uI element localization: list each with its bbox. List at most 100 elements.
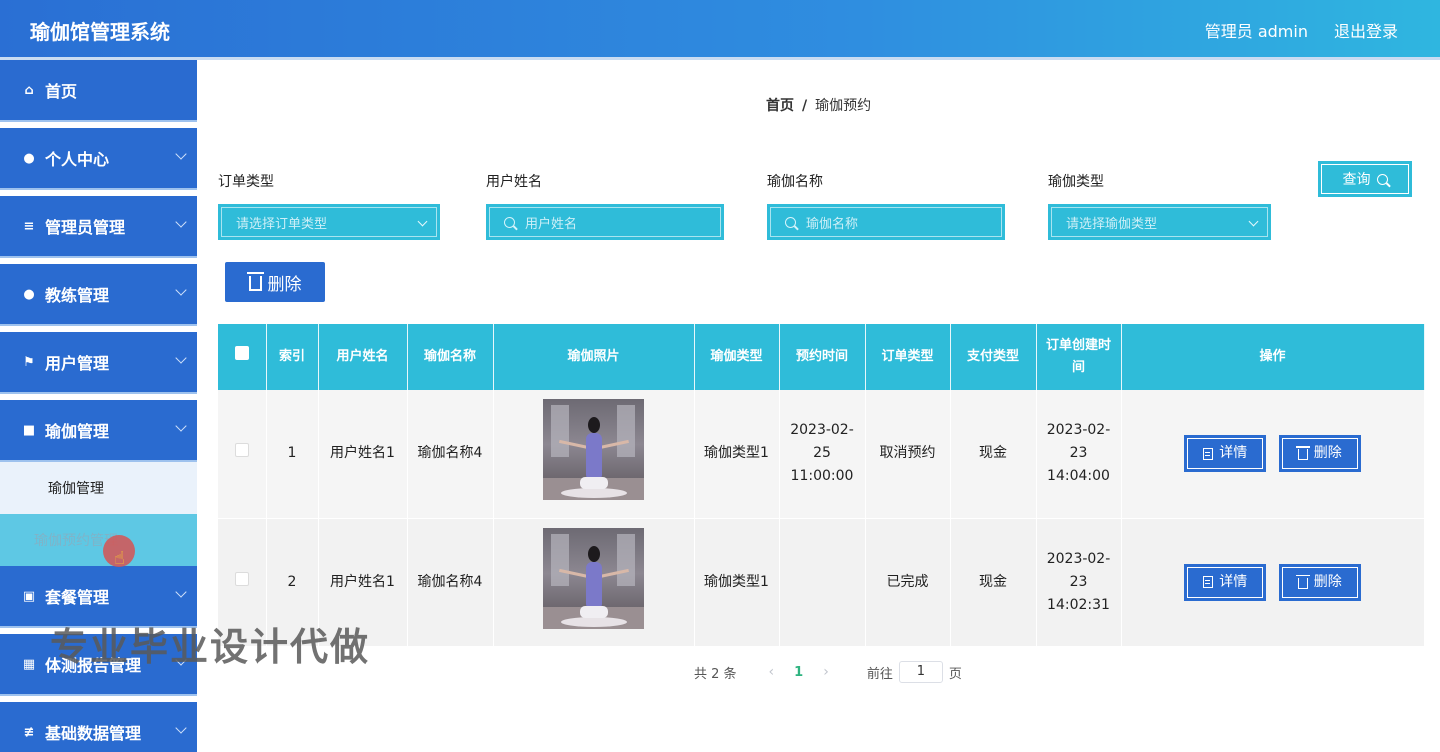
sidebar-item-base-data[interactable]: ≢ 基础数据管理: [0, 702, 197, 752]
detail-label: 详情: [1219, 573, 1248, 590]
batch-delete-button[interactable]: 删除: [225, 262, 325, 302]
filter-user-name: 用户姓名 用户姓名: [486, 171, 724, 240]
breadcrumb-home[interactable]: 首页: [766, 98, 794, 114]
sidebar-item-yoga-management[interactable]: ■ 瑜伽管理: [0, 400, 197, 462]
row-checkbox[interactable]: [234, 571, 249, 586]
yoga-submenu: 瑜伽管理 瑜伽预约管理: [0, 462, 197, 566]
cell-yoga-photo: [493, 390, 695, 519]
flag-icon: ⚑: [23, 354, 35, 370]
sidebar-item-user-management[interactable]: ⚑ 用户管理: [0, 332, 197, 394]
delete-label: 删除: [1313, 573, 1342, 590]
detail-button[interactable]: 详情: [1184, 563, 1267, 601]
yoga-name-input[interactable]: 瑜伽名称: [767, 204, 1005, 240]
filter-label: 用户姓名: [486, 174, 542, 190]
yoga-name-placeholder: 瑜伽名称: [806, 216, 859, 232]
order-type-select[interactable]: 请选择订单类型: [218, 204, 440, 240]
chevron-down-icon: [175, 352, 187, 364]
sidebar-item-personal-center[interactable]: ● 个人中心: [0, 128, 197, 190]
cell-yoga-photo: [493, 518, 695, 647]
admin-label[interactable]: 管理员 admin: [1205, 18, 1308, 42]
prev-page-icon[interactable]: ‹: [769, 664, 775, 680]
row-select-cell[interactable]: [218, 390, 267, 519]
chevron-down-icon: [175, 284, 187, 296]
submenu-item-yoga-booking[interactable]: 瑜伽预约管理: [0, 514, 197, 566]
home-icon: ⌂: [24, 82, 34, 98]
pagination: 共 2 条 ‹ 1 › 前往 1 页: [694, 661, 962, 683]
column-header: 支付类型: [950, 324, 1037, 390]
photo-window: [617, 533, 635, 586]
chevron-down-icon: [175, 420, 187, 432]
yoga-type-select[interactable]: 请选择瑜伽类型: [1048, 204, 1271, 240]
cell-booking-time: [779, 518, 866, 647]
app-title: 瑜伽馆管理系统: [30, 20, 170, 44]
chevron-down-icon: [1248, 216, 1259, 227]
chevron-down-icon: [175, 722, 187, 734]
chevron-down-icon: [175, 216, 187, 228]
column-header: 订单创建时间: [1036, 324, 1122, 390]
cell-yoga-name: 瑜伽名称4: [407, 518, 494, 647]
select-all-checkbox[interactable]: [234, 346, 249, 360]
filter-label: 瑜伽名称: [767, 174, 823, 190]
sliders-icon: ≢: [23, 724, 35, 740]
goto-label: 前往: [866, 666, 893, 682]
trash-icon: [1295, 446, 1310, 461]
header-right: 管理员 admin 退出登录: [1205, 18, 1398, 42]
column-header: 预约时间: [779, 324, 866, 390]
grid-icon: ▦: [22, 656, 36, 672]
cell-payment-type: 现金: [950, 518, 1037, 647]
batch-delete-label: 删除: [267, 274, 302, 295]
search-icon: [1376, 173, 1388, 185]
sidebar-item-admin-management[interactable]: ≡ 管理员管理: [0, 196, 197, 258]
row-delete-button[interactable]: 删除: [1278, 563, 1361, 601]
cell-booking-time: 2023-02-25 11:00:00: [779, 390, 866, 519]
sidebar-item-label: 用户管理: [45, 354, 110, 373]
detail-label: 详情: [1219, 445, 1248, 462]
user-name-placeholder: 用户姓名: [525, 216, 578, 232]
photo-rug: [561, 616, 627, 627]
header-select-all[interactable]: [218, 324, 267, 390]
location-icon: ●: [23, 286, 35, 302]
filter-yoga-type: 瑜伽类型 请选择瑜伽类型: [1048, 171, 1271, 240]
sidebar-item-home[interactable]: ⌂ 首页: [0, 60, 197, 122]
page-number[interactable]: 1: [794, 665, 803, 680]
row-checkbox[interactable]: [234, 443, 249, 458]
submenu-item-yoga-management[interactable]: 瑜伽管理: [0, 462, 197, 514]
clipboard-icon: ▣: [22, 588, 36, 604]
sidebar-item-label: 首页: [45, 82, 78, 101]
document-icon: [1203, 576, 1214, 588]
column-header: 用户姓名: [318, 324, 408, 390]
column-header: 瑜伽名称: [407, 324, 494, 390]
photo-figure: [586, 433, 602, 480]
cell-actions: 详情 删除: [1121, 518, 1425, 647]
cell-user-name: 用户姓名1: [318, 390, 408, 519]
cell-yoga-type: 瑜伽类型1: [694, 390, 780, 519]
column-header: 瑜伽照片: [493, 324, 695, 390]
row-delete-button[interactable]: 删除: [1278, 435, 1361, 473]
table-row: 2 用户姓名1 瑜伽名称4 瑜伽类型1 已完成 现金 2023-02-23 14…: [218, 518, 1425, 647]
hand-cursor-icon: ☝: [114, 548, 125, 569]
next-page-icon[interactable]: ›: [823, 664, 829, 680]
filter-label: 订单类型: [218, 174, 274, 190]
logout-link[interactable]: 退出登录: [1334, 18, 1398, 42]
query-button[interactable]: 查询: [1318, 161, 1412, 197]
sidebar-item-label: 瑜伽管理: [45, 422, 110, 441]
main-content: 首页 / 瑜伽预约 订单类型 请选择订单类型 用户姓名 用户姓名 瑜伽名称 瑜伽名称…: [197, 63, 1440, 752]
column-header: 订单类型: [865, 324, 951, 390]
filter-yoga-name: 瑜伽名称 瑜伽名称: [767, 171, 1005, 240]
column-header: 瑜伽类型: [694, 324, 780, 390]
sidebar-item-coach-management[interactable]: ● 教练管理: [0, 264, 197, 326]
goto-page-input[interactable]: 1: [898, 661, 943, 683]
briefcase-icon: ■: [22, 422, 36, 438]
cell-index: 1: [266, 390, 319, 519]
photo-figure: [586, 561, 602, 608]
top-header: 瑜伽馆管理系统 管理员 admin 退出登录: [0, 0, 1440, 60]
yoga-photo[interactable]: [543, 399, 644, 501]
page-suffix: 页: [948, 666, 962, 682]
user-name-input[interactable]: 用户姓名: [486, 204, 724, 240]
yoga-photo[interactable]: [543, 527, 644, 629]
photo-head: [588, 545, 600, 562]
watermark: 专业毕业设计代做: [50, 625, 371, 669]
delete-label: 删除: [1313, 445, 1342, 462]
detail-button[interactable]: 详情: [1184, 435, 1267, 473]
photo-legs: [580, 477, 608, 490]
